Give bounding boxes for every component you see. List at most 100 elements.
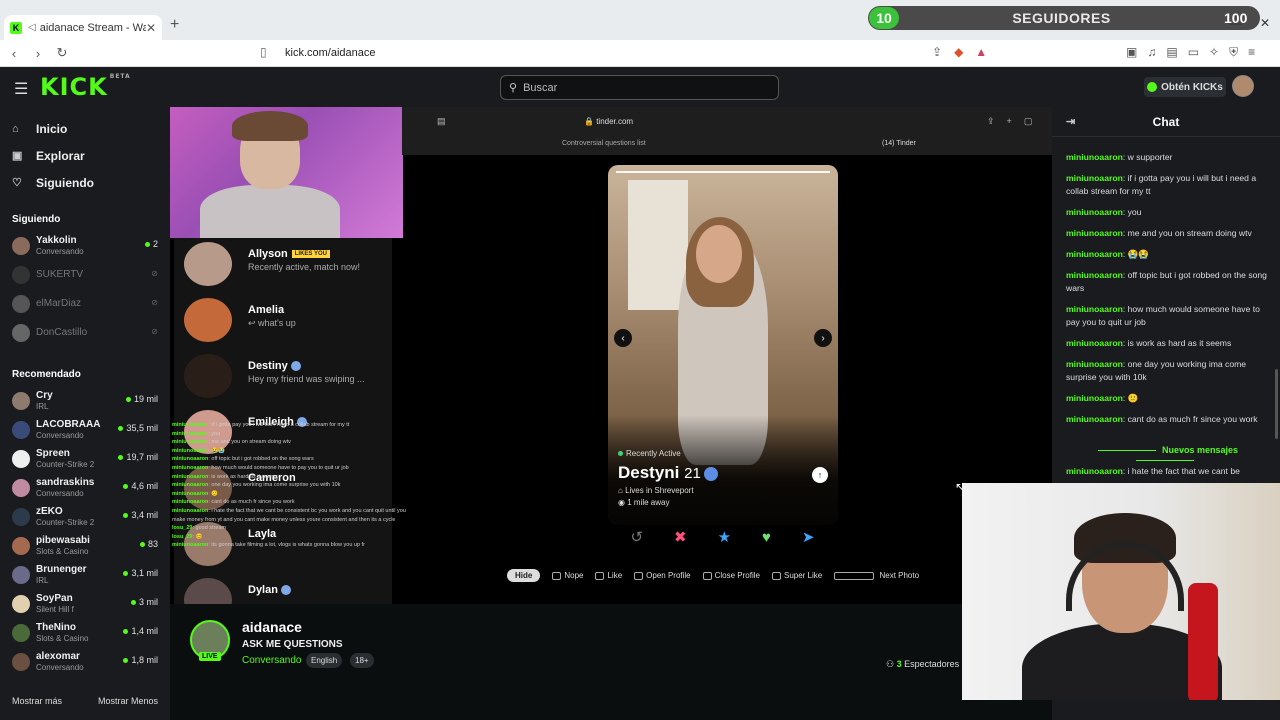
share-icon[interactable]: ⇪ (932, 45, 942, 59)
tab-close-icon[interactable]: ✕ (146, 21, 156, 35)
inner-tab-tinder: (14) Tinder (882, 140, 916, 147)
chat-username[interactable]: miniunoaaron (1066, 249, 1123, 259)
viewer-count: ⚇ 3 Espectadores (886, 659, 960, 669)
reload-icon[interactable]: ↻ (52, 45, 72, 61)
channel-item[interactable]: elMarDiaz ⊘ (0, 289, 170, 318)
channel-names: elMarDiaz (36, 298, 81, 310)
extensions-icon[interactable]: ✧ (1209, 45, 1219, 60)
chat-username[interactable]: miniunoaaron (1066, 173, 1123, 183)
viewer-count: 3,4 mil (123, 510, 158, 520)
match-item: Amelia ↩ what's up (184, 298, 389, 344)
minimize-icon[interactable]: — (1230, 16, 1242, 30)
channel-names: SoyPan Silent Hill f (36, 593, 74, 614)
tag-language[interactable]: English (306, 653, 343, 668)
chat-username[interactable]: miniunoaaron (1066, 152, 1123, 162)
user-avatar[interactable] (1232, 75, 1254, 97)
channel-avatar (12, 323, 30, 342)
viewer-count-value: 4,6 mil (131, 481, 158, 491)
overlay-chat-line: losu_29: good stream (172, 524, 408, 533)
chat-scrollbar[interactable] (1275, 369, 1278, 439)
chat-username[interactable]: miniunoaaron (1066, 270, 1123, 280)
match-name: Amelia (248, 304, 284, 316)
back-icon[interactable]: ‹ (4, 46, 24, 61)
channel-avatar (12, 294, 30, 313)
collapse-chat-icon[interactable]: ⇥ (1066, 115, 1075, 128)
channel-item[interactable]: pibewasabi Slots & Casino 83 (0, 531, 170, 560)
channel-item[interactable]: Brunenger IRL 3,1 mil (0, 560, 170, 589)
chat-text: : 😭😭 (1122, 249, 1150, 259)
rewards-icon[interactable]: ▲ (975, 45, 987, 59)
chat-username[interactable]: miniunoaaron (1066, 304, 1123, 314)
channel-item[interactable]: Cry IRL 19 mil (0, 386, 170, 415)
overlay-chat-user: miniunoaaron (172, 473, 209, 480)
brave-shield-icon[interactable]: ◆ (954, 45, 963, 59)
channel-item[interactable]: Yakkolin Conversando 2 (0, 231, 170, 260)
channel-item[interactable]: Spreen Counter-Strike 2 19,7 mil (0, 444, 170, 473)
match-last-message: ↩ what's up (248, 318, 296, 328)
wallet-icon[interactable]: ▭ (1188, 45, 1199, 60)
chat-username[interactable]: miniunoaaron (1066, 338, 1123, 348)
channel-item[interactable]: TheNino Slots & Casino 1,4 mil (0, 618, 170, 647)
get-kicks-button[interactable]: Obtén KICKs (1144, 77, 1226, 97)
sidebar: ⌂ Inicio ▣ Explorar ♡ Siguiendo Siguiendo Yak… (0, 107, 170, 720)
channel-avatar (12, 652, 30, 671)
streamer-name[interactable]: aidanace (242, 619, 302, 635)
overlay-chat-user: miniunoaaron (172, 490, 209, 497)
sidebar-nav-siguiendo[interactable]: ♡ Siguiendo (0, 169, 170, 196)
channel-avatar (12, 478, 30, 497)
channel-item[interactable]: alexomar Conversando 1,8 mil (0, 647, 170, 676)
sidebar-footer: Mostrar más Mostrar Menos (12, 696, 158, 706)
chat-username[interactable]: miniunoaaron (1066, 228, 1123, 238)
tag-mature[interactable]: 18+ (350, 653, 374, 668)
nope-icon: ✖ (674, 529, 687, 546)
sidebar-toggle-icon[interactable]: ▣ (1126, 45, 1137, 60)
overlay-chat-text: : how much would someone have to pay you… (208, 464, 349, 471)
close-profile-hint: Close Profile (702, 571, 760, 580)
prev-photo-icon: ‹ (614, 329, 632, 347)
recently-active: Recently Active (618, 449, 681, 458)
overlay-chat-text: : if i gotta pay you i will but i need a… (208, 422, 350, 428)
bookmark-icon[interactable]: ▯ (260, 45, 267, 59)
stream-title: ASK ME QUESTIONS (242, 639, 343, 650)
chat-username[interactable]: miniunoaaron (1066, 414, 1123, 424)
close-window-icon[interactable]: ✕ (1260, 16, 1270, 30)
stream-player[interactable]: Allyson LIKES YOU Recently active, match n… (170, 107, 1052, 622)
chat-username[interactable]: miniunoaaron (1066, 207, 1123, 217)
vpn-icon[interactable]: ⛨ (1229, 45, 1238, 60)
stream-category[interactable]: Conversando (242, 655, 301, 666)
channel-item[interactable]: DonCastillo ⊘ (0, 318, 170, 347)
new-tab-icon[interactable]: + (170, 16, 179, 34)
url-field[interactable]: kick.com/aidanace (285, 47, 376, 59)
chat-username[interactable]: miniunoaaron (1066, 393, 1123, 403)
channel-item[interactable]: sandraskins Conversando 4,6 mil (0, 473, 170, 502)
channel-name: LACOBRAAA (36, 419, 101, 431)
heart-icon: ♡ (12, 177, 22, 189)
viewer-count: 3,1 mil (123, 568, 158, 578)
search-input[interactable]: ⚲ Buscar (500, 75, 779, 100)
sidebar-nav-inicio[interactable]: ⌂ Inicio (0, 115, 170, 142)
channel-item[interactable]: LACOBRAAA Conversando 35,5 mil (0, 415, 170, 444)
channel-category: Slots & Casino (36, 546, 89, 556)
hamburger-menu-icon[interactable]: ☰ (14, 79, 28, 99)
chat-username[interactable]: miniunoaaron (1066, 359, 1123, 369)
rewind-icon: ↺ (630, 529, 644, 546)
show-less-link[interactable]: Mostrar Menos (98, 696, 158, 706)
browser-tab[interactable]: K ◁ aidanace Stream - Watch Live ✕ (4, 15, 162, 40)
reader-icon[interactable]: ▤ (1166, 45, 1177, 60)
live-dot-icon (139, 541, 145, 547)
show-more-link[interactable]: Mostrar más (12, 696, 62, 706)
channel-item[interactable]: SUKERTV ⊘ (0, 260, 170, 289)
channel-name: SoyPan (36, 593, 73, 605)
channel-item[interactable]: zEKO Counter-Strike 2 3,4 mil (0, 502, 170, 531)
menu-icon[interactable]: ≡ (1248, 45, 1255, 60)
sidebar-nav-label: Explorar (36, 148, 85, 163)
new-messages-divider[interactable]: Nuevos mensajes (1060, 445, 1270, 465)
chat-message: miniunoaaron: 🙂 (1066, 392, 1272, 405)
music-icon[interactable]: ♫ (1147, 45, 1156, 60)
kick-logo[interactable]: KICK BETA (40, 73, 131, 101)
forward-icon[interactable]: › (28, 46, 48, 61)
offline-icon: ⊘ (151, 269, 158, 278)
channel-item[interactable]: SoyPan Silent Hill f 3 mil (0, 589, 170, 618)
sidebar-nav-explorar[interactable]: ▣ Explorar (0, 142, 170, 169)
channel-name: zEKO (36, 506, 63, 518)
